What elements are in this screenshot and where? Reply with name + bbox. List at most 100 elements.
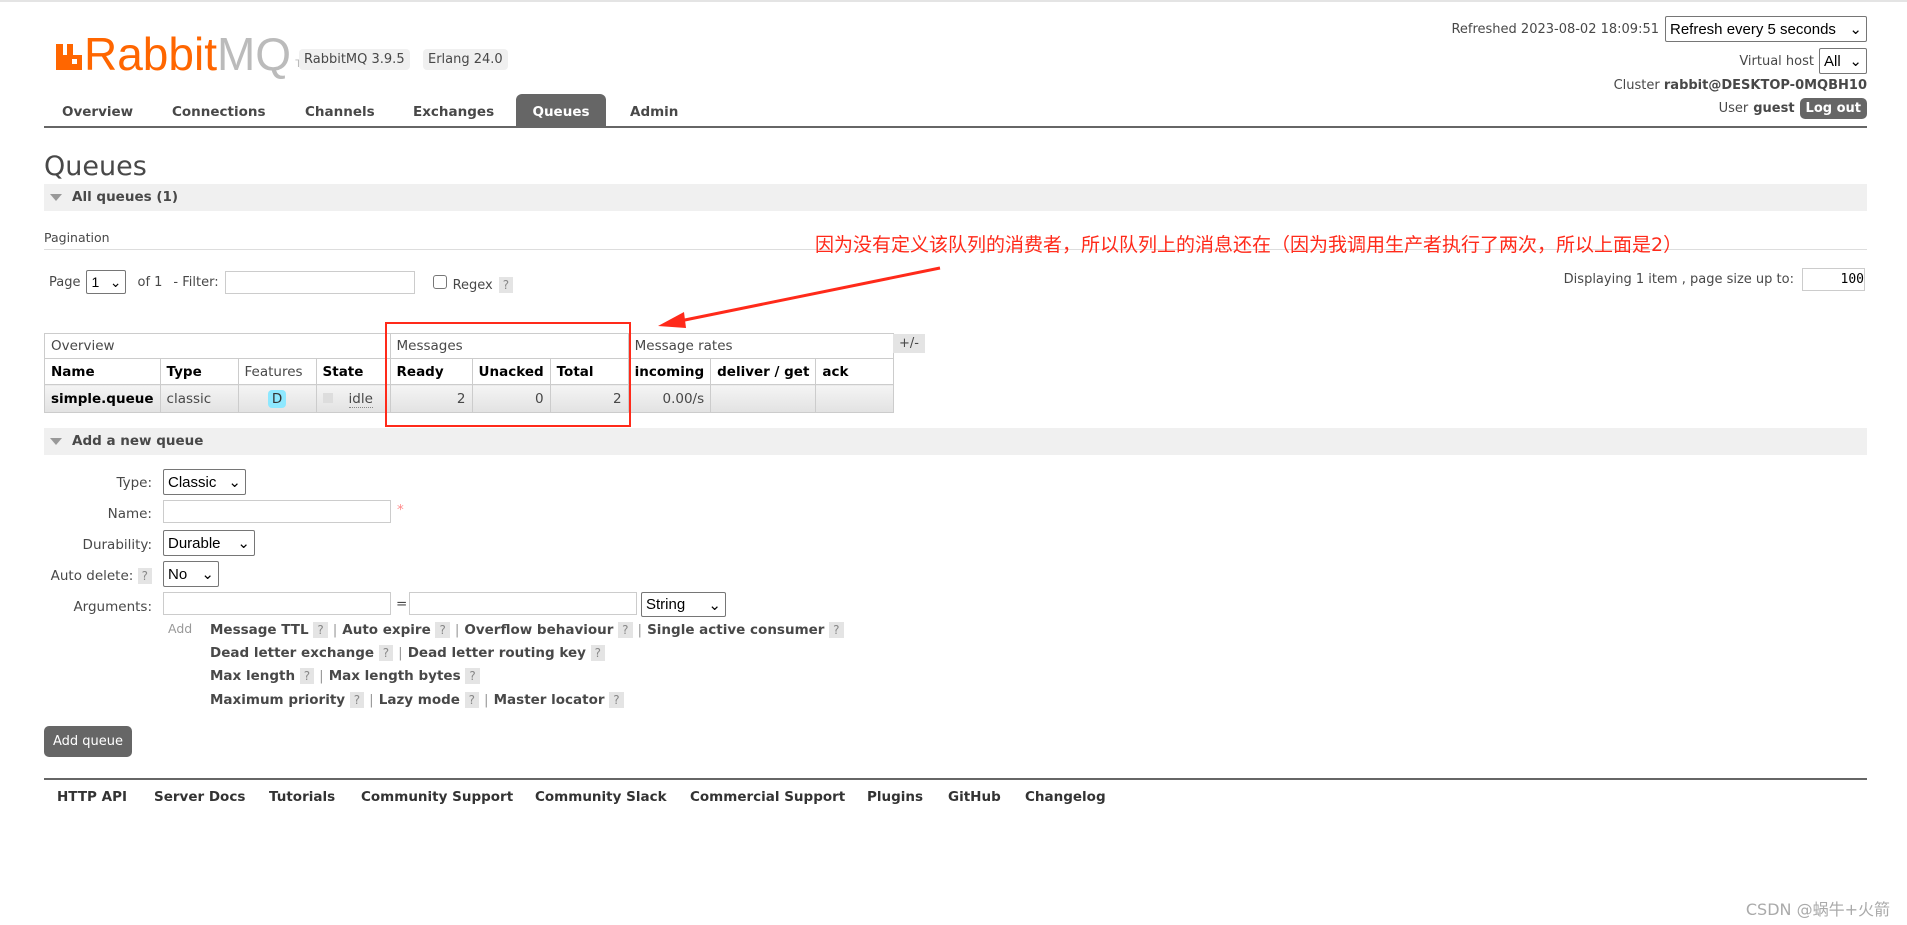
footer-http-api[interactable]: HTTP API	[57, 789, 127, 805]
top-border	[0, 0, 1907, 2]
col-state[interactable]: State	[315, 358, 391, 385]
footer-plugins[interactable]: Plugins	[867, 789, 923, 805]
argument-type-select[interactable]: String ⌄	[641, 592, 726, 617]
add-queue-button[interactable]: Add queue	[44, 726, 132, 757]
argument-value-input[interactable]	[409, 592, 637, 615]
collapse-triangle-icon	[50, 438, 62, 445]
required-marker: *	[397, 502, 404, 518]
arg-message-ttl[interactable]: Message TTL	[210, 622, 309, 638]
help-icon[interactable]: ?	[313, 622, 328, 638]
durability-select[interactable]: Durable ⌄	[163, 530, 255, 556]
chevron-down-icon: ⌄	[201, 566, 214, 583]
vhost-select[interactable]: All ⌄	[1819, 48, 1867, 74]
help-icon[interactable]: ?	[349, 692, 365, 708]
durability-label: Durability:	[82, 537, 152, 553]
footer-divider	[44, 778, 1867, 780]
refreshed-timestamp: Refreshed 2023-08-02 18:09:51	[1451, 21, 1659, 37]
footer-server-docs[interactable]: Server Docs	[154, 789, 245, 805]
tab-overview[interactable]: Overview	[44, 94, 151, 128]
annotation-highlight-box	[385, 322, 631, 427]
help-icon[interactable]: ?	[829, 622, 844, 638]
col-ack[interactable]: ack	[815, 358, 895, 385]
page-size-input[interactable]	[1802, 268, 1865, 291]
regex-help-icon[interactable]: ?	[498, 277, 514, 293]
help-icon[interactable]: ?	[609, 692, 624, 708]
arg-dead-letter-exchange[interactable]: Dead letter exchange	[210, 645, 374, 661]
help-icon[interactable]: ?	[618, 622, 633, 638]
regex-checkbox[interactable]	[432, 275, 447, 289]
chevron-down-icon: ⌄	[1849, 53, 1862, 70]
arg-dead-letter-routing-key[interactable]: Dead letter routing key	[408, 645, 586, 661]
col-deliver-get[interactable]: deliver / get	[710, 358, 817, 385]
arg-links-row-2: Dead letter exchange ? | Dead letter routi…	[210, 645, 605, 661]
tab-channels[interactable]: Channels	[287, 94, 393, 128]
page-label: Page	[49, 274, 81, 290]
pagination-controls: Page 1 ⌄ of 1 - Filter: Regex ?	[49, 270, 514, 294]
group-message-rates: Message rates	[627, 333, 895, 359]
refresh-interval-select[interactable]: Refresh every 5 seconds ⌄	[1665, 16, 1867, 42]
cluster-info: Cluster rabbit@DESKTOP-0MQBH10	[1613, 78, 1867, 93]
type-select[interactable]: Classic ⌄	[163, 469, 246, 495]
help-icon[interactable]: ?	[299, 668, 315, 684]
argument-key-input[interactable]	[163, 592, 391, 615]
col-incoming[interactable]: incoming	[627, 358, 712, 385]
annotation-text: 因为没有定义该队列的消费者，所以队列上的消息还在（因为我调用生产者执行了两次，所…	[815, 234, 1683, 256]
add-argument-link[interactable]: Add	[168, 621, 192, 636]
arg-single-active-consumer[interactable]: Single active consumer	[647, 622, 824, 638]
footer-tutorials[interactable]: Tutorials	[269, 789, 335, 805]
csdn-watermark: CSDN @蜗牛+火箭	[1745, 900, 1890, 919]
logo-text: Rabbit	[84, 28, 217, 80]
footer-commercial-support[interactable]: Commercial Support	[690, 789, 845, 805]
help-icon[interactable]: ?	[464, 692, 480, 708]
chevron-down-icon: ⌄	[708, 596, 721, 614]
arg-max-length[interactable]: Max length	[210, 668, 295, 684]
chevron-down-icon: ⌄	[237, 535, 250, 552]
column-toggle-button[interactable]: +/-	[893, 334, 925, 353]
state-indicator-icon	[322, 392, 333, 403]
tab-queues[interactable]: Queues	[516, 94, 606, 128]
arg-master-locator[interactable]: Master locator	[494, 692, 605, 708]
footer-github[interactable]: GitHub	[948, 789, 1001, 805]
col-features[interactable]: Features	[237, 358, 317, 385]
arg-links-row-3: Max length ? | Max length bytes ?	[210, 668, 480, 684]
arg-links-row-1: Message TTL ? | Auto expire ? | Overflow beh…	[210, 622, 844, 638]
deliver-get-rate	[710, 384, 817, 413]
page-size-row: Displaying 1 item , page size up to:	[1564, 268, 1865, 291]
rabbitmq-logo[interactable]: RabbitMQTM	[56, 28, 311, 80]
all-queues-toggle[interactable]: All queues (1)	[44, 184, 1867, 211]
auto-delete-select[interactable]: No ⌄	[163, 561, 219, 587]
group-overview: Overview	[44, 333, 391, 359]
add-queue-toggle[interactable]: Add a new queue	[44, 428, 1867, 455]
footer-community-slack[interactable]: Community Slack	[535, 789, 667, 805]
help-icon[interactable]: ?	[590, 645, 605, 661]
tab-admin[interactable]: Admin	[612, 94, 696, 128]
help-icon[interactable]: ?	[465, 668, 480, 684]
vhost-label: Virtual host	[1739, 53, 1814, 69]
arg-max-length-bytes[interactable]: Max length bytes	[329, 668, 461, 684]
arg-auto-expire[interactable]: Auto expire	[342, 622, 430, 638]
col-name[interactable]: Name	[44, 358, 161, 385]
auto-delete-help-icon[interactable]: ?	[137, 568, 152, 584]
filter-input[interactable]	[224, 270, 415, 294]
help-icon[interactable]: ?	[435, 622, 450, 638]
chevron-down-icon: ⌄	[109, 273, 122, 290]
footer-community-support[interactable]: Community Support	[361, 789, 513, 805]
col-type[interactable]: Type	[159, 358, 239, 385]
tab-exchanges[interactable]: Exchanges	[395, 94, 512, 128]
page-title: Queues	[44, 151, 147, 182]
ack-rate	[815, 384, 895, 413]
arg-lazy-mode[interactable]: Lazy mode	[379, 692, 460, 708]
annotation-arrow	[658, 266, 941, 328]
tab-connections[interactable]: Connections	[154, 94, 284, 128]
arguments-label: Arguments:	[73, 599, 152, 615]
incoming-rate: 0.00/s	[627, 384, 712, 413]
collapse-triangle-icon	[50, 194, 62, 201]
page-select[interactable]: 1 ⌄	[86, 270, 127, 294]
arg-maximum-priority[interactable]: Maximum priority	[210, 692, 345, 708]
footer-changelog[interactable]: Changelog	[1025, 789, 1106, 805]
queue-name-link[interactable]: simple.queue	[44, 384, 161, 413]
erlang-version-badge: Erlang 24.0	[423, 49, 508, 70]
arg-overflow-behaviour[interactable]: Overflow behaviour	[464, 622, 613, 638]
help-icon[interactable]: ?	[378, 645, 394, 661]
queue-name-input[interactable]	[163, 500, 391, 523]
